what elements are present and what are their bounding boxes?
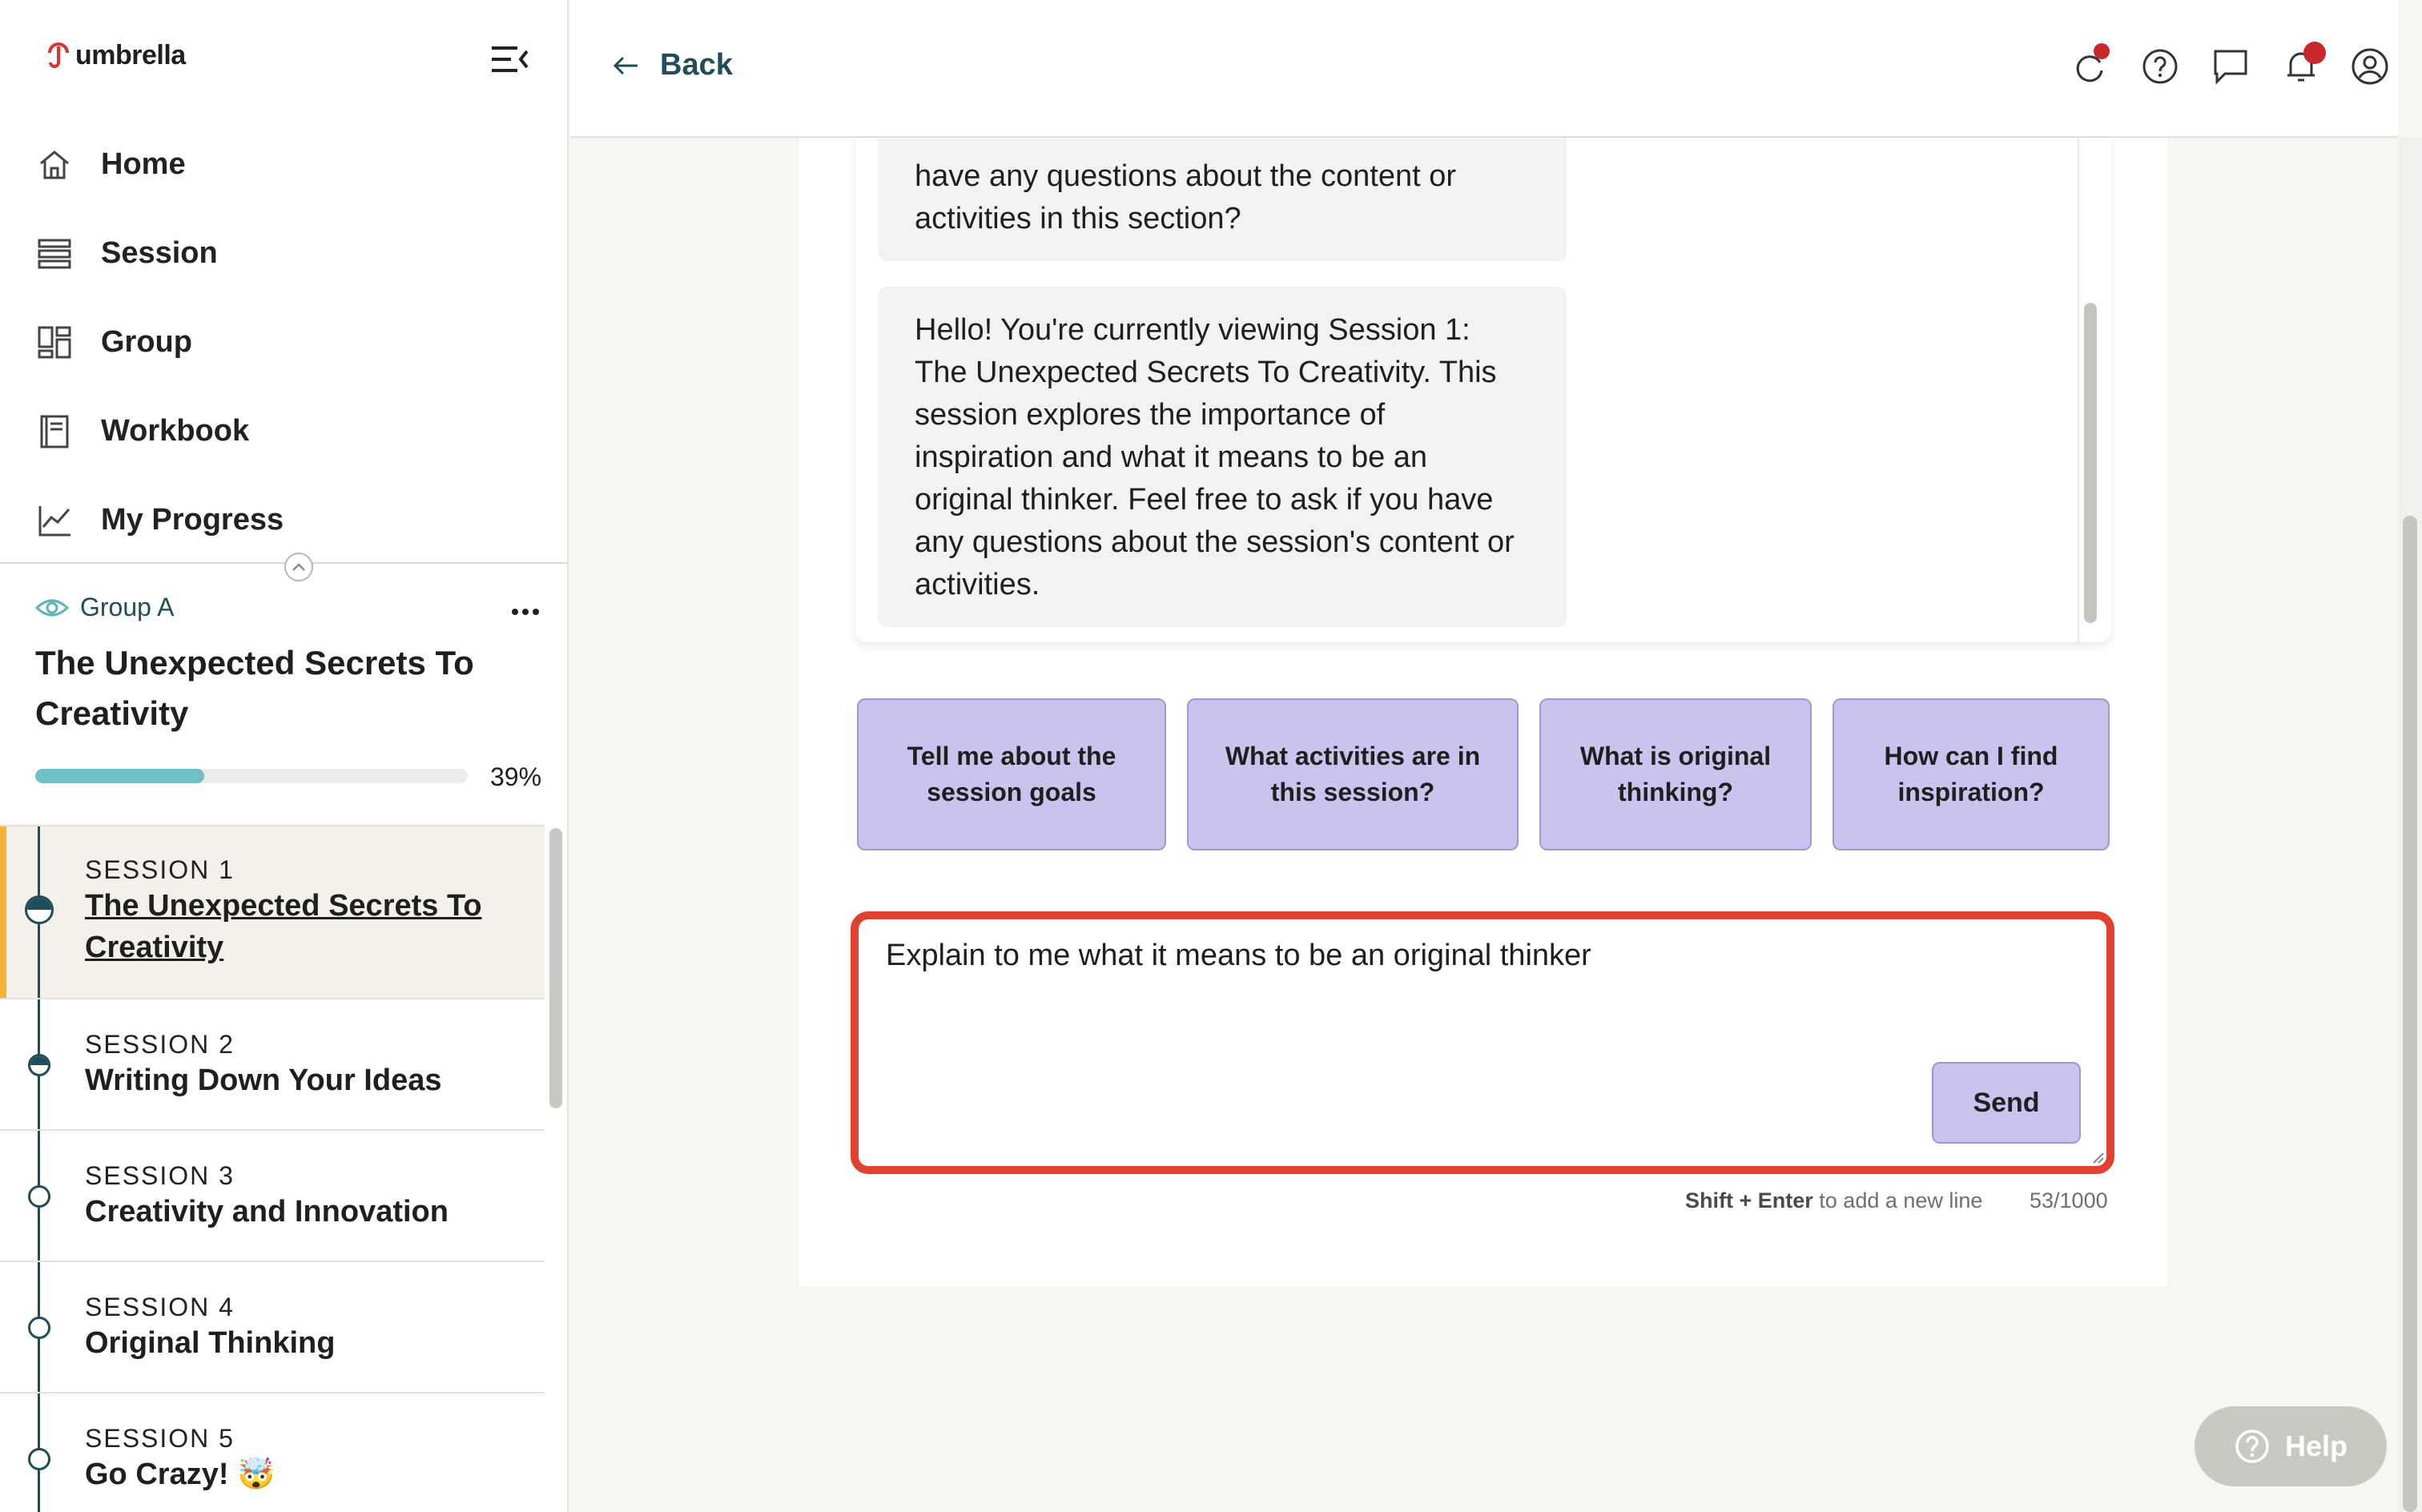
session-item-2[interactable]: SESSION 2 Writing Down Your Ideas [0,998,545,1129]
session-title: The Unexpected Secrets To Creativity [85,889,482,964]
book-icon [40,415,69,448]
course-title: The Unexpected Secrets To Creativity [35,644,474,732]
back-label: Back [660,48,733,82]
active-session-accent [0,826,6,998]
course-progress-bar [35,769,468,783]
profile-button[interactable] [2350,46,2390,86]
help-widget-button[interactable]: Help [2195,1406,2387,1486]
chat-history: have any questions about the content or … [855,138,2111,642]
sidebar-scrollbar[interactable] [549,828,562,1108]
refresh-button[interactable] [2070,43,2110,86]
session-number: SESSION 3 [85,1161,235,1190]
session-progress-node [28,1054,50,1076]
session-progress-node [25,895,54,924]
session-progress-node [28,1448,50,1470]
session-item-1[interactable]: SESSION 1 The Unexpected Secrets To Crea… [0,825,545,999]
eye-icon [35,599,69,616]
group-icon [38,326,71,358]
send-button[interactable]: Send [1932,1062,2081,1144]
chat-message: Hello! You're currently viewing Session … [878,287,1567,627]
suggestion-button[interactable]: What activities are in this session? [1187,698,1519,850]
collapse-sidebar-icon[interactable] [490,43,530,75]
nav-label: Workbook [101,414,250,448]
character-counter: 53/1000 [2030,1188,2108,1212]
nav-item-workbook[interactable]: Workbook [0,387,567,476]
question-icon [2142,49,2178,84]
session-item-5[interactable]: SESSION 5 Go Crazy! 🤯 [0,1392,545,1512]
chat-scroll-track [2078,138,2079,642]
main-nav: Home Session Group Workbook My Progress [0,120,567,565]
progress-fill [35,769,204,783]
nav-item-my-progress[interactable]: My Progress [0,476,567,565]
session-item-4[interactable]: SESSION 4 Original Thinking [0,1261,545,1392]
hint-text: to add a new line [1812,1188,1983,1212]
session-number: SESSION 2 [85,1030,235,1059]
nav-label: My Progress [101,503,284,537]
suggestion-button[interactable]: What is original thinking? [1539,698,1812,850]
session-number: SESSION 4 [85,1293,235,1321]
chart-icon [38,505,70,536]
more-options-icon[interactable] [509,597,541,626]
page-scrollbar[interactable] [2398,138,2422,1512]
chat-scrollbar[interactable] [2084,303,2097,623]
resize-handle-icon[interactable] [2090,1150,2105,1164]
logo-text: umbrella [75,40,186,70]
message-input[interactable]: Explain to me what it means to be an ori… [851,911,2114,1174]
session-title: Original Thinking [85,1326,336,1360]
messages-button[interactable] [2211,46,2251,86]
back-button[interactable]: Back [612,48,733,82]
question-icon [2235,1430,2269,1463]
session-list: SESSION 1 The Unexpected Secrets To Crea… [0,825,545,1512]
session-number: SESSION 5 [85,1424,235,1453]
notification-dot [2094,43,2110,59]
group-indicator: Group A [35,593,174,622]
session-number: SESSION 1 [85,855,235,884]
progress-percent: 39% [490,762,542,791]
umbrella-logo-icon [48,42,69,68]
hint-key: Shift + Enter [1685,1188,1813,1212]
suggestion-button[interactable]: How can I find inspiration? [1833,698,2110,850]
chat-icon [2214,50,2247,85]
session-progress-node [28,1317,50,1339]
session-title: Creativity and Innovation [85,1195,449,1228]
session-progress-node [28,1185,50,1208]
group-label: Group A [80,593,175,621]
notifications-button[interactable] [2281,42,2326,86]
arrow-left-icon [613,56,638,74]
nav-label: Group [101,325,192,359]
session-item-3[interactable]: SESSION 3 Creativity and Innovation [0,1129,545,1261]
page-scrollbar-thumb[interactable] [2403,516,2417,1512]
suggestion-button[interactable]: Tell me about the session goals [857,698,1166,850]
user-icon [2352,48,2388,85]
newline-hint: Shift + Enter to add a new line [1685,1188,1982,1213]
nav-item-home[interactable]: Home [0,120,567,209]
sidebar: umbrella Home Session Group Workbook My … [0,0,569,1512]
nav-label: Home [101,147,186,181]
help-button[interactable] [2140,46,2180,86]
message-input-text[interactable]: Explain to me what it means to be an ori… [886,939,1591,973]
top-bar: Back [570,0,2398,138]
nav-label: Session [101,236,218,270]
session-title: Writing Down Your Ideas [85,1064,442,1097]
app-logo[interactable]: umbrella [46,40,186,71]
list-icon [38,239,71,268]
collapse-nav-button[interactable] [284,553,313,581]
chat-message: have any questions about the content or … [878,138,1567,261]
notification-dot [2303,42,2326,64]
session-title: Go Crazy! 🤯 [85,1458,276,1491]
chevron-up-icon [292,563,305,571]
nav-item-group[interactable]: Group [0,298,567,387]
home-icon [40,150,69,179]
nav-item-session[interactable]: Session [0,209,567,298]
help-label: Help [2284,1430,2348,1462]
